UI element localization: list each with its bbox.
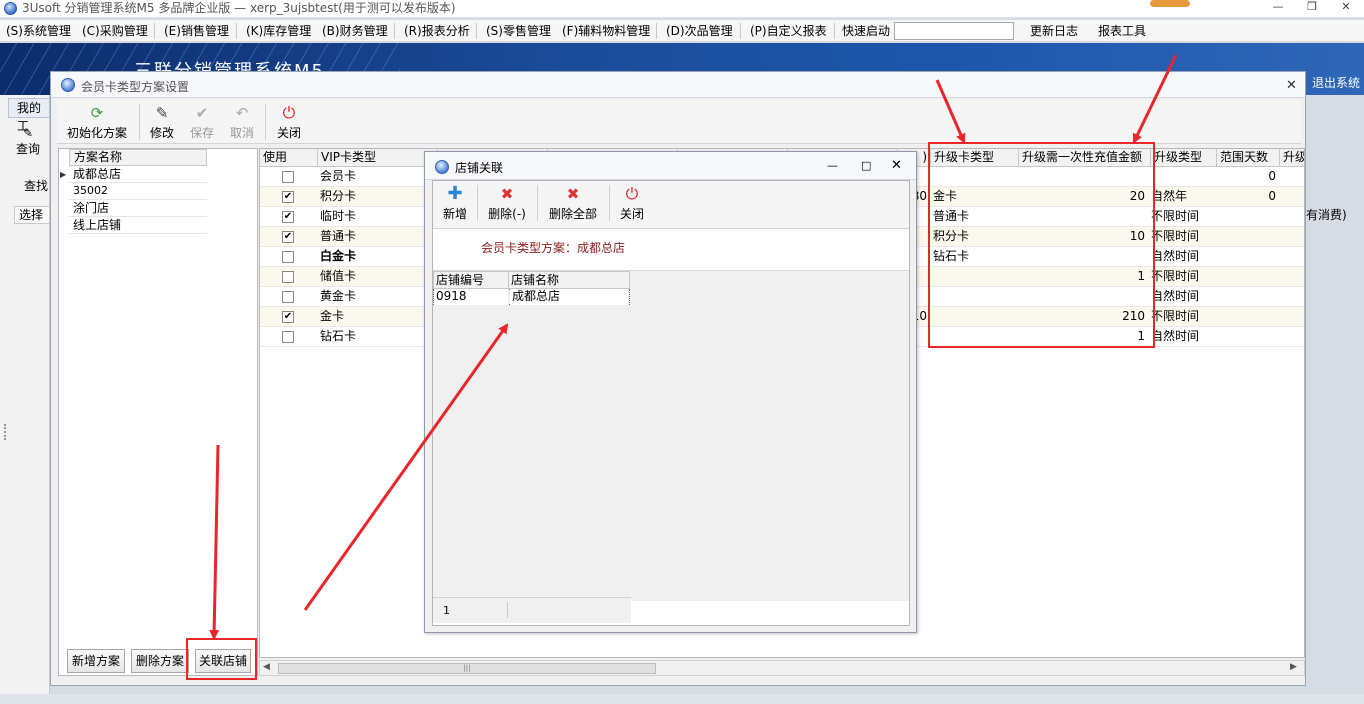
annotation-arrow bbox=[209, 444, 220, 640]
annotation-arrow bbox=[1132, 54, 1178, 144]
annotation-arrow bbox=[935, 79, 966, 144]
annotation-arrow bbox=[303, 323, 509, 611]
annotation-arrows bbox=[209, 54, 1178, 640]
